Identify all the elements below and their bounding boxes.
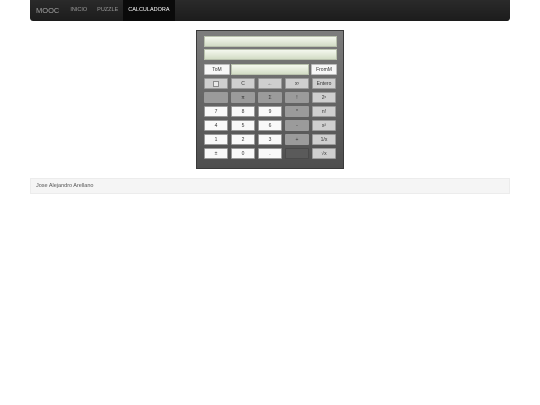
power-key[interactable]: xʸ <box>285 78 309 89</box>
add-key[interactable]: + <box>285 134 309 145</box>
pi-key[interactable]: π <box>231 92 255 103</box>
calculator-display-top <box>204 36 337 47</box>
top-navbar: MOOC INICIO PUZZLE CALCULADORA <box>30 0 510 21</box>
two-power-key[interactable]: 2ˣ <box>312 92 336 103</box>
backspace-key[interactable]: ← <box>258 78 282 89</box>
nav-link-calculadora[interactable]: CALCULADORA <box>123 0 175 21</box>
equals-key[interactable] <box>285 148 309 159</box>
n-factorial-key[interactable]: n! <box>312 106 336 117</box>
clear-key[interactable]: C <box>231 78 255 89</box>
sum-key[interactable]: Σ <box>258 92 282 103</box>
footer: Jose Alejandro Arellano <box>30 178 510 194</box>
from-memory-button[interactable]: FromM <box>311 64 337 75</box>
square-root-key[interactable]: √x <box>312 148 336 159</box>
multiply-key[interactable]: * <box>285 106 309 117</box>
broken-image-icon <box>213 80 219 87</box>
decimal-key[interactable]: . <box>258 148 282 159</box>
digit-0-key[interactable]: 0 <box>231 148 255 159</box>
calculator: ToM FromM C ← xʸ Entero π Σ ! 2ˣ 7 8 9 *… <box>196 30 344 169</box>
to-memory-button[interactable]: ToM <box>204 64 230 75</box>
author-name: Jose Alejandro Arellano <box>36 183 94 189</box>
blank-key[interactable] <box>204 92 228 103</box>
digit-5-key[interactable]: 5 <box>231 120 255 131</box>
digit-2-key[interactable]: 2 <box>231 134 255 145</box>
digit-9-key[interactable]: 9 <box>258 106 282 117</box>
digit-6-key[interactable]: 6 <box>258 120 282 131</box>
digit-1-key[interactable]: 1 <box>204 134 228 145</box>
calculator-display-bottom <box>204 49 337 60</box>
digit-8-key[interactable]: 8 <box>231 106 255 117</box>
factorial-key[interactable]: ! <box>285 92 309 103</box>
digit-7-key[interactable]: 7 <box>204 106 228 117</box>
sign-toggle-key[interactable]: ± <box>204 148 228 159</box>
digit-4-key[interactable]: 4 <box>204 120 228 131</box>
image-key[interactable] <box>204 78 228 89</box>
reciprocal-key[interactable]: 1/x <box>312 134 336 145</box>
brand-link[interactable]: MOOC <box>30 0 65 21</box>
memory-display <box>231 64 309 75</box>
nav-link-puzzle[interactable]: PUZZLE <box>92 0 123 21</box>
nav-link-inicio[interactable]: INICIO <box>65 0 92 21</box>
subtract-key[interactable]: - <box>285 120 309 131</box>
integer-key[interactable]: Entero <box>312 78 336 89</box>
square-key[interactable]: x² <box>312 120 336 131</box>
digit-3-key[interactable]: 3 <box>258 134 282 145</box>
